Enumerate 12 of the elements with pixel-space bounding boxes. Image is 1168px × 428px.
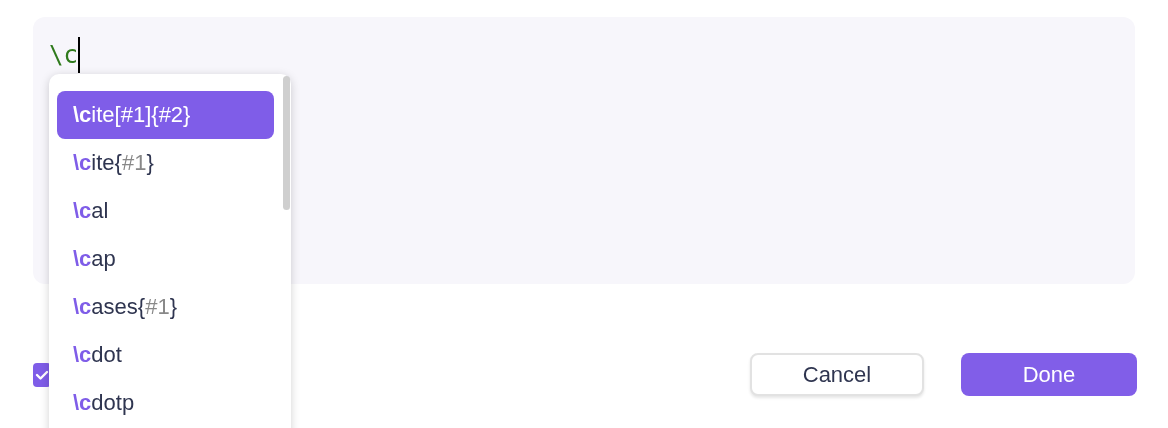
editor-text: \c [49, 40, 78, 71]
done-button[interactable]: Done [961, 353, 1137, 396]
suggestion-item[interactable]: \cdot [57, 331, 274, 379]
suggestion-item[interactable]: \cal [57, 187, 274, 235]
suggestion-item[interactable]: \cdotp [57, 379, 274, 427]
text-caret [77, 37, 80, 73]
cancel-button[interactable]: Cancel [750, 353, 924, 396]
suggestion-item[interactable]: \cap [57, 235, 274, 283]
suggestion-item[interactable]: \cases{#1} [57, 283, 274, 331]
scrollbar-thumb[interactable] [283, 76, 290, 210]
suggestion-item[interactable]: \cite[#1]{#2} [57, 91, 274, 139]
suggestion-item[interactable]: \cite{#1} [57, 139, 274, 187]
